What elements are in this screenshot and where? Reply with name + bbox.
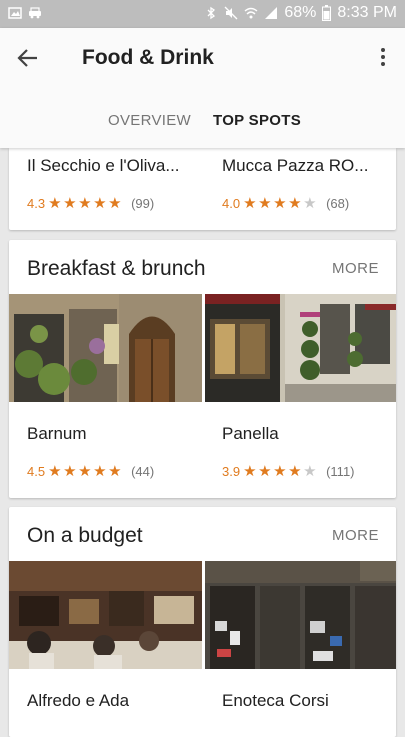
place-rating: 4.5 ★ ★ ★ ★ ★ (44) xyxy=(27,464,154,479)
place-name[interactable]: Mucca Pazza RO... xyxy=(222,156,368,176)
back-arrow-icon[interactable] xyxy=(14,44,42,72)
mute-icon xyxy=(224,6,238,20)
star-icon: ★ xyxy=(288,463,302,480)
rating-value: 4.3 xyxy=(27,196,46,211)
tab-bar: OVERVIEW TOP SPOTS xyxy=(0,108,405,148)
star-icon: ★ xyxy=(108,195,122,212)
star-icon: ★ xyxy=(93,195,107,212)
card-title: Breakfast & brunch xyxy=(27,257,206,280)
breakfast-brunch-card: Breakfast & brunch MORE Barnum 4.5 ★ ★ ★… xyxy=(9,240,396,498)
place-name[interactable]: Il Secchio e l'Oliva... xyxy=(27,156,180,176)
star-empty-icon: ★ xyxy=(303,463,317,480)
star-icon: ★ xyxy=(78,195,92,212)
review-count: (99) xyxy=(131,196,155,211)
star-icon: ★ xyxy=(288,195,302,212)
page-title: Food & Drink xyxy=(82,46,214,69)
review-count: (44) xyxy=(131,464,155,479)
star-icon: ★ xyxy=(48,463,62,480)
rating-value: 3.9 xyxy=(222,464,241,479)
place-rating: 3.9 ★ ★ ★ ★ ★ (111) xyxy=(222,464,355,479)
star-icon: ★ xyxy=(63,463,77,480)
enoteca-corsi-photo[interactable] xyxy=(205,561,396,669)
tab-top-spots[interactable]: TOP SPOTS xyxy=(213,112,301,129)
app-bar: Food & Drink OVERVIEW TOP SPOTS xyxy=(0,28,405,148)
battery-percent: 68% xyxy=(284,4,317,21)
panella-photo[interactable] xyxy=(205,294,396,402)
star-rating: ★ ★ ★ ★ ★ xyxy=(243,196,318,211)
rating-value: 4.5 xyxy=(27,464,46,479)
star-rating: ★ ★ ★ ★ ★ xyxy=(243,464,318,479)
review-count: (68) xyxy=(326,196,350,211)
card-title: On a budget xyxy=(27,524,143,547)
star-rating: ★ ★ ★ ★ ★ xyxy=(48,196,123,211)
star-icon: ★ xyxy=(258,195,272,212)
star-icon: ★ xyxy=(78,463,92,480)
clock: 8:33 PM xyxy=(337,4,397,21)
star-icon: ★ xyxy=(258,463,272,480)
image-notification-icon xyxy=(8,7,22,19)
signal-icon xyxy=(265,7,278,19)
place-rating: 4.3 ★ ★ ★ ★ ★ (99) xyxy=(27,196,154,211)
rating-value: 4.0 xyxy=(222,196,241,211)
place-name[interactable]: Alfredo e Ada xyxy=(27,691,129,711)
star-rating: ★ ★ ★ ★ ★ xyxy=(48,464,123,479)
star-empty-icon: ★ xyxy=(303,195,317,212)
star-icon: ★ xyxy=(243,463,257,480)
more-button[interactable]: MORE xyxy=(332,527,379,544)
bluetooth-icon xyxy=(207,6,216,20)
wifi-icon xyxy=(244,7,258,19)
place-name[interactable]: Barnum xyxy=(27,424,87,444)
on-a-budget-card: On a budget MORE Alfredo e Ada Enoteca C… xyxy=(9,507,396,737)
overflow-menu-icon[interactable] xyxy=(379,48,387,70)
battery-icon xyxy=(322,5,332,21)
star-icon: ★ xyxy=(243,195,257,212)
star-icon: ★ xyxy=(108,463,122,480)
car-notification-icon xyxy=(29,7,41,19)
place-rating: 4.0 ★ ★ ★ ★ ★ (68) xyxy=(222,196,349,211)
status-bar: 68% 8:33 PM xyxy=(0,0,405,28)
review-count: (111) xyxy=(326,464,355,479)
star-icon: ★ xyxy=(63,195,77,212)
star-icon: ★ xyxy=(48,195,62,212)
more-button[interactable]: MORE xyxy=(332,260,379,277)
star-icon: ★ xyxy=(93,463,107,480)
alfredo-e-ada-photo[interactable] xyxy=(9,561,202,669)
star-icon: ★ xyxy=(273,463,287,480)
place-name[interactable]: Panella xyxy=(222,424,279,444)
star-icon: ★ xyxy=(273,195,287,212)
top-spots-card-previous: Il Secchio e l'Oliva... 4.3 ★ ★ ★ ★ ★ (99) M… xyxy=(9,148,396,230)
tab-overview[interactable]: OVERVIEW xyxy=(108,112,191,129)
barnum-photo[interactable] xyxy=(9,294,202,402)
place-name[interactable]: Enoteca Corsi xyxy=(222,691,329,711)
